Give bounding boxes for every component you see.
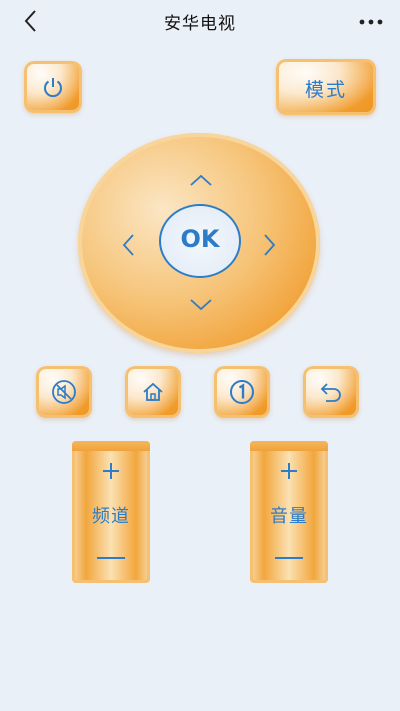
ok-button[interactable]: OK (159, 204, 241, 278)
page-title: 安华电视 (164, 14, 236, 34)
home-icon (143, 382, 163, 401)
volume-label: 音量 (270, 506, 308, 527)
ok-label: OK (180, 225, 220, 253)
mode-button[interactable]: 模式 (276, 59, 376, 115)
return-button[interactable] (303, 366, 359, 418)
right-arrow-icon[interactable] (258, 231, 280, 259)
volume-down-button[interactable] (250, 546, 328, 570)
number-one-button[interactable] (214, 366, 270, 418)
volume-up-button[interactable] (250, 459, 328, 483)
more-icon[interactable] (356, 8, 386, 34)
channel-rocker: 频道 (72, 441, 150, 583)
down-arrow-icon[interactable] (187, 294, 215, 316)
channel-label: 频道 (92, 506, 130, 527)
up-arrow-icon[interactable] (187, 170, 215, 192)
mute-icon (52, 380, 76, 404)
channel-down-button[interactable] (72, 546, 150, 570)
mode-label: 模式 (304, 79, 347, 101)
number-one-icon (230, 380, 254, 404)
volume-rocker: 音量 (250, 441, 328, 583)
top-bar: 安华电视 (0, 0, 400, 42)
home-button[interactable] (125, 366, 181, 418)
left-arrow-icon[interactable] (118, 231, 140, 259)
channel-up-button[interactable] (72, 459, 150, 483)
power-icon (44, 78, 62, 98)
power-button[interactable] (24, 61, 82, 113)
mute-button[interactable] (36, 366, 92, 418)
return-icon (320, 383, 341, 402)
